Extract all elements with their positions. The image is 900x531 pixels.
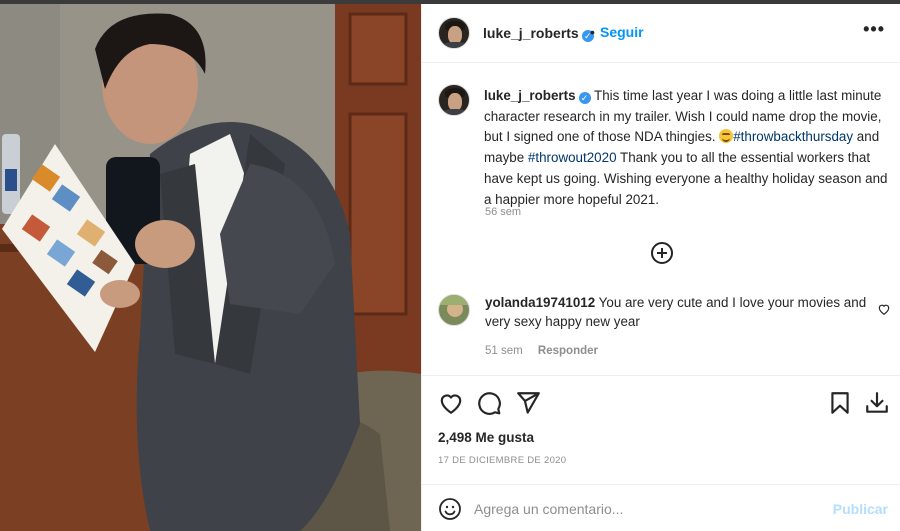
likes-count[interactable]: 2,498 Me gusta <box>438 430 534 445</box>
follow-button[interactable]: Seguir <box>600 24 644 40</box>
download-icon[interactable] <box>864 390 890 416</box>
hashtag-throwbackthursday[interactable]: #throwbackthursday <box>733 129 853 144</box>
publish-button[interactable]: Publicar <box>833 501 888 517</box>
bookmark-icon[interactable] <box>827 390 853 416</box>
post-details-panel: luke_j_roberts ✓ • Seguir ••• luke_j_robe… <box>421 4 900 531</box>
photo-illustration <box>0 4 421 531</box>
verified-badge-icon: ✓ <box>578 92 591 104</box>
separator-dot: • <box>590 24 595 40</box>
author-username[interactable]: luke_j_roberts <box>483 25 579 41</box>
comment-input[interactable] <box>474 497 814 521</box>
caption-timestamp[interactable]: 56 sem <box>485 206 521 218</box>
comment-icon[interactable] <box>476 390 502 416</box>
post-date[interactable]: 17 DE DICIEMBRE DE 2020 <box>438 455 566 466</box>
commenter-avatar[interactable] <box>438 294 470 326</box>
hashtag-throwout2020[interactable]: #throwout2020 <box>528 150 617 165</box>
comment-like-heart-icon[interactable] <box>877 302 891 316</box>
author-avatar[interactable] <box>438 17 470 49</box>
load-more-comments-icon[interactable] <box>651 242 673 264</box>
caption-username[interactable]: luke_j_roberts <box>484 88 576 103</box>
caption-author-avatar[interactable] <box>438 84 470 116</box>
grinning-face-emoji-icon <box>719 129 734 144</box>
comment-meta: 51 sem Responder <box>485 345 610 357</box>
reply-button[interactable]: Responder <box>538 345 598 357</box>
comment-timestamp[interactable]: 51 sem <box>485 345 523 357</box>
smiley-icon[interactable] <box>438 497 462 521</box>
comment-text: yolanda19741012 You are very cute and I … <box>485 294 875 331</box>
author-username-link[interactable]: luke_j_roberts ✓ <box>483 25 594 42</box>
heart-icon[interactable] <box>438 390 464 416</box>
post-actions-bar <box>422 375 900 429</box>
share-icon[interactable] <box>515 390 541 416</box>
caption-text: luke_j_roberts ✓ This time last year I wa… <box>484 86 890 210</box>
post-header: luke_j_roberts ✓ • Seguir ••• <box>422 4 900 63</box>
comment-form: Publicar <box>422 484 900 531</box>
more-options-icon[interactable]: ••• <box>863 19 885 40</box>
commenter-username[interactable]: yolanda19741012 <box>485 295 595 310</box>
post-photo[interactable] <box>0 4 421 531</box>
